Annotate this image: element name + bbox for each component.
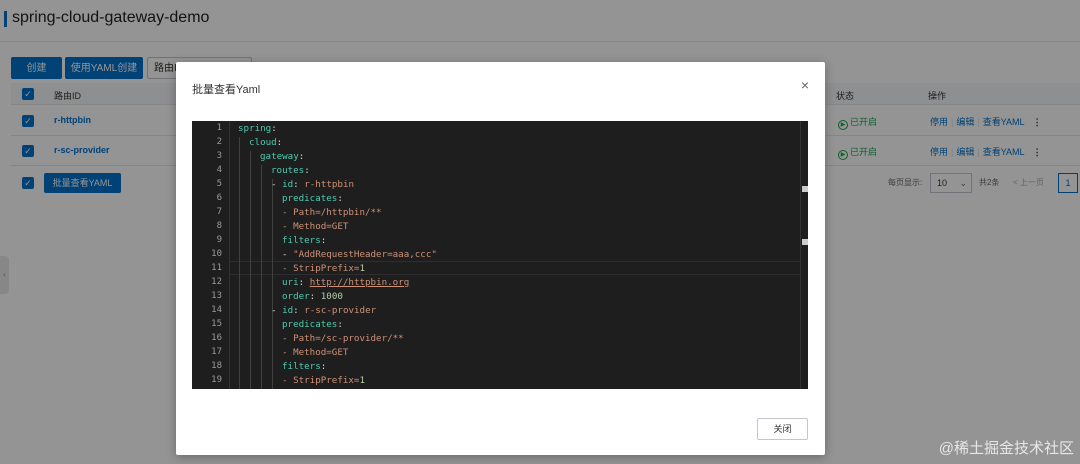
code-line: filters: <box>282 235 327 246</box>
code-line: - Path=/sc-provider/** <box>282 333 404 344</box>
watermark: @稀土掘金技术社区 <box>938 440 1074 457</box>
line-number: 19 <box>211 375 222 385</box>
line-number: 12 <box>211 277 222 287</box>
code-line: cloud: <box>249 137 283 148</box>
code-line: - Method=GET <box>282 221 349 232</box>
line-number: 18 <box>211 361 222 371</box>
line-number: 5 <box>216 179 222 189</box>
line-number: 16 <box>211 333 222 343</box>
code-line: - Method=GET <box>282 347 349 358</box>
dialog-title: 批量查看Yaml <box>192 84 261 96</box>
code-line: predicates: <box>282 193 343 204</box>
code-line: uri: http://httpbin.org <box>282 277 410 288</box>
code-line: filters: <box>282 361 327 372</box>
yaml-code-editor[interactable]: 1 2 3 4 5 6 7 8 9 10 11 12 13 14 15 16 1… <box>192 121 808 389</box>
line-number: 14 <box>211 305 222 315</box>
code-line: - id: r-sc-provider <box>271 305 377 316</box>
line-number: 10 <box>211 249 222 259</box>
code-line: routes: <box>271 165 310 176</box>
code-line: - id: r-httpbin <box>271 179 355 190</box>
line-number: 6 <box>216 193 222 203</box>
line-number: 11 <box>211 263 222 273</box>
line-number: 9 <box>216 235 222 245</box>
line-number: 13 <box>211 291 222 301</box>
code-line: predicates: <box>282 319 343 330</box>
editor-scrollbar[interactable] <box>800 121 808 389</box>
line-number: 3 <box>216 151 222 161</box>
code-line: gateway: <box>260 151 305 162</box>
indent-guide <box>250 151 251 389</box>
code-line: - StripPrefix=1 <box>282 375 365 386</box>
code-line: - "AddRequestHeader=aaa,ccc" <box>282 249 437 260</box>
line-number: 4 <box>216 165 222 175</box>
code-line: - StripPrefix=1 <box>282 263 365 274</box>
line-number: 15 <box>211 319 222 329</box>
indent-guide <box>239 137 240 389</box>
batch-yaml-dialog: 批量查看Yaml × 1 2 3 4 5 6 7 8 9 10 11 12 13… <box>176 62 825 455</box>
code-line: order: 1000 <box>282 291 343 302</box>
scroll-marker <box>802 186 808 192</box>
close-icon[interactable]: × <box>801 78 809 92</box>
code-line: - Path=/httpbin/** <box>282 207 382 218</box>
indent-guide <box>272 179 273 389</box>
indent-guide <box>261 165 262 389</box>
scroll-marker <box>802 239 808 245</box>
code-line: spring: <box>238 123 277 134</box>
line-number: 7 <box>216 207 222 217</box>
line-number: 8 <box>216 221 222 231</box>
line-number: 2 <box>216 137 222 147</box>
close-button[interactable]: 关闭 <box>757 418 808 440</box>
line-number: 17 <box>211 347 222 357</box>
line-number-gutter: 1 2 3 4 5 6 7 8 9 10 11 12 13 14 15 16 1… <box>192 121 230 389</box>
line-number: 1 <box>216 123 222 133</box>
